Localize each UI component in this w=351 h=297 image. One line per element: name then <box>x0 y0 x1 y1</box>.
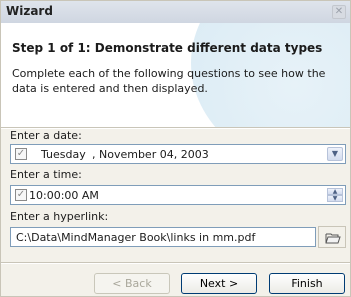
chevron-down-icon: ▼ <box>331 149 339 158</box>
step-description: Complete each of the following questions… <box>12 67 326 95</box>
back-button[interactable]: < Back <box>94 273 170 294</box>
checkbox-checked-icon: ✓ <box>16 189 26 200</box>
hyperlink-input[interactable]: C:\Data\MindManager Book\links in mm.pdf <box>10 227 316 247</box>
finish-button[interactable]: Finish <box>269 273 345 294</box>
date-dropdown-button[interactable]: ▼ <box>327 147 343 161</box>
hyperlink-label: Enter a hyperlink: <box>10 210 109 223</box>
spin-down-icon: ▼ <box>332 195 338 202</box>
date-value: , November 04, 2003 <box>92 148 209 161</box>
folder-open-icon <box>325 233 341 244</box>
spin-up-icon: ▲ <box>332 188 338 195</box>
checkbox-checked-icon: ✓ <box>16 148 26 159</box>
date-checkbox[interactable]: ✓ <box>15 148 27 160</box>
time-label: Enter a time: <box>10 168 82 181</box>
window-title: Wizard <box>6 4 53 18</box>
close-icon: ✕ <box>334 6 344 17</box>
time-checkbox[interactable]: ✓ <box>15 189 27 201</box>
footer-separator <box>1 262 350 264</box>
spin-up-button[interactable]: ▲ <box>327 188 343 195</box>
date-picker[interactable]: ✓ Tuesday , November 04, 2003 ▼ <box>10 144 346 164</box>
browse-button[interactable] <box>318 226 346 248</box>
close-button[interactable]: ✕ <box>332 5 346 19</box>
spin-down-button[interactable]: ▼ <box>327 195 343 202</box>
step-title: Step 1 of 1: Demonstrate different data … <box>12 41 323 55</box>
wizard-header: Step 1 of 1: Demonstrate different data … <box>1 23 350 127</box>
date-label: Enter a date: <box>10 129 82 142</box>
hyperlink-value: C:\Data\MindManager Book\links in mm.pdf <box>16 231 256 244</box>
time-value: 10:00:00 AM <box>29 189 99 202</box>
next-button[interactable]: Next > <box>181 273 257 294</box>
wizard-window: Wizard ✕ Step 1 of 1: Demonstrate differ… <box>0 0 351 297</box>
title-bar[interactable]: Wizard ✕ <box>1 1 350 23</box>
date-weekday: Tuesday <box>41 148 86 161</box>
time-picker[interactable]: ✓ 10:00:00 AM ▲ ▼ <box>10 185 346 205</box>
